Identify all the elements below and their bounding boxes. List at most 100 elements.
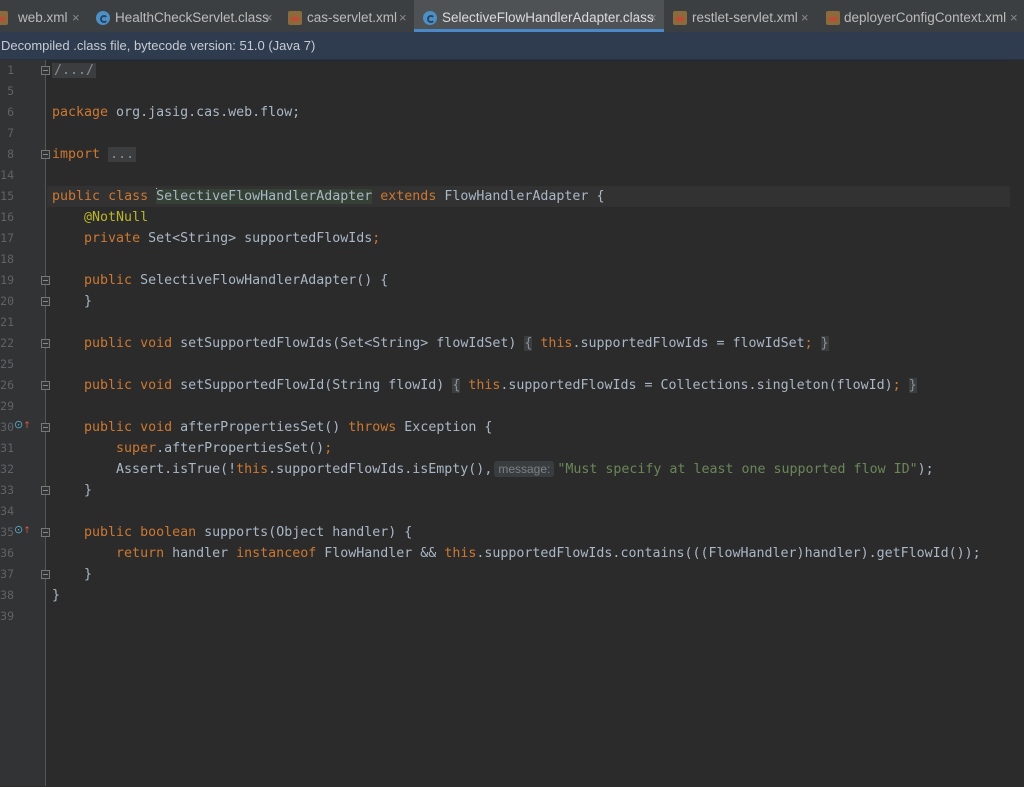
code-line-15: public class SelectiveFlowHandlerAdapter… bbox=[52, 186, 604, 207]
override-method-icon[interactable]: ⊙↑ bbox=[14, 418, 31, 431]
code-line-6: package org.jasig.cas.web.flow; bbox=[52, 102, 300, 123]
line-number: 8 bbox=[7, 147, 14, 161]
code-line-22: public void setSupportedFlowIds(Set<Stri… bbox=[52, 333, 829, 354]
close-icon[interactable]: × bbox=[72, 0, 80, 32]
line-number: 33 bbox=[0, 483, 14, 497]
method-body: .supportedFlowIds = Collections.singleto… bbox=[500, 378, 893, 393]
constructor-signature: SelectiveFlowHandlerAdapter() { bbox=[132, 273, 389, 288]
fold-toggle-icon[interactable] bbox=[41, 297, 50, 306]
code-line-20: } bbox=[52, 291, 92, 312]
code-line-32: Assert.isTrue(!this.supportedFlowIds.isE… bbox=[52, 459, 934, 480]
folded-brace[interactable]: { bbox=[524, 336, 533, 351]
close-icon[interactable]: × bbox=[399, 0, 407, 32]
annotation: @NotNull bbox=[84, 210, 149, 225]
line-number: 32 bbox=[0, 462, 14, 476]
line-number: 26 bbox=[0, 378, 14, 392]
fold-toggle-icon[interactable] bbox=[41, 66, 50, 75]
keyword: void bbox=[140, 378, 173, 393]
code-line-30: public void afterPropertiesSet() throws … bbox=[52, 417, 492, 438]
brace: } bbox=[84, 294, 93, 309]
close-icon[interactable]: × bbox=[649, 0, 657, 32]
line-number: 14 bbox=[0, 168, 14, 182]
code-line-31: super.afterPropertiesSet(); bbox=[52, 438, 332, 459]
keyword: public bbox=[84, 336, 133, 351]
code-line-38: } bbox=[52, 585, 60, 606]
close-icon[interactable]: × bbox=[265, 0, 273, 32]
keyword: extends bbox=[380, 189, 437, 204]
semicolon: ; bbox=[372, 231, 381, 246]
tab-web-xml[interactable]: web.xml × bbox=[0, 0, 88, 32]
tab-deployerconfigcontext-xml[interactable]: deployerConfigContext.xml × bbox=[818, 0, 1024, 32]
method-body: .supportedFlowIds = flowIdSet bbox=[572, 336, 805, 351]
xml-file-icon bbox=[0, 11, 8, 25]
tab-label: restlet-servlet.xml bbox=[692, 10, 798, 25]
expression: handler bbox=[164, 546, 237, 561]
line-number: 17 bbox=[0, 231, 14, 245]
fold-toggle-icon[interactable] bbox=[41, 528, 50, 537]
fold-toggle-icon[interactable] bbox=[41, 150, 50, 159]
override-method-icon[interactable]: ⊙↑ bbox=[14, 523, 31, 536]
keyword: this bbox=[540, 336, 573, 351]
tab-healthcheckservlet-class[interactable]: HealthCheckServlet.class × bbox=[88, 0, 280, 32]
keyword: public bbox=[84, 525, 133, 540]
expression: .supportedFlowIds.contains(((FlowHandler… bbox=[476, 546, 981, 561]
line-number: 39 bbox=[0, 609, 14, 623]
folded-brace[interactable]: } bbox=[908, 378, 917, 393]
keyword: void bbox=[140, 420, 173, 435]
semicolon: ; bbox=[324, 441, 333, 456]
keyword: private bbox=[84, 231, 141, 246]
tab-label: cas-servlet.xml bbox=[307, 10, 398, 25]
brace: } bbox=[84, 483, 93, 498]
line-number: 20 bbox=[0, 294, 14, 308]
code-line-17: private Set<String> supportedFlowIds; bbox=[52, 228, 380, 249]
line-number: 36 bbox=[0, 546, 14, 560]
line-number: 5 bbox=[7, 84, 14, 98]
package-name: org.jasig.cas.web.flow; bbox=[108, 105, 301, 120]
close-icon[interactable]: × bbox=[1010, 0, 1018, 32]
keyword: instanceof bbox=[236, 546, 317, 561]
super-class: FlowHandlerAdapter { bbox=[444, 189, 605, 204]
code-line-37: } bbox=[52, 564, 92, 585]
xml-file-icon bbox=[673, 11, 687, 25]
keyword: public bbox=[84, 420, 133, 435]
fold-toggle-icon[interactable] bbox=[41, 276, 50, 285]
vertical-scrollbar[interactable] bbox=[1010, 60, 1024, 786]
keyword: boolean bbox=[140, 525, 197, 540]
line-number: 7 bbox=[7, 126, 14, 140]
tab-cas-servlet-xml[interactable]: cas-servlet.xml × bbox=[280, 0, 414, 32]
string-literal: "Must specify at least one supported flo… bbox=[557, 462, 918, 477]
fold-toggle-icon[interactable] bbox=[41, 339, 50, 348]
class-file-icon bbox=[96, 11, 110, 25]
class-file-icon bbox=[423, 11, 437, 25]
line-number: 34 bbox=[0, 504, 14, 518]
fold-toggle-icon[interactable] bbox=[41, 423, 50, 432]
folded-brace[interactable]: { bbox=[452, 378, 461, 393]
line-number: 22 bbox=[0, 336, 14, 350]
field-declaration: Set<String> supportedFlowIds bbox=[140, 231, 373, 246]
fold-toggle-icon[interactable] bbox=[41, 486, 50, 495]
tab-selectiveflowhandleradapter-class[interactable]: SelectiveFlowHandlerAdapter.class × bbox=[414, 0, 664, 32]
semicolon: ; bbox=[804, 336, 813, 351]
close-icon[interactable]: × bbox=[801, 0, 809, 32]
folded-imports[interactable]: ... bbox=[108, 147, 137, 162]
call-end: ); bbox=[917, 462, 934, 477]
tab-label: SelectiveFlowHandlerAdapter.class bbox=[442, 10, 654, 25]
line-number: 6 bbox=[7, 105, 14, 119]
code-line-8: import ... bbox=[52, 144, 137, 165]
fold-toggle-icon[interactable] bbox=[41, 381, 50, 390]
tab-restlet-servlet-xml[interactable]: restlet-servlet.xml × bbox=[664, 0, 818, 32]
code-line-19: public SelectiveFlowHandlerAdapter() { bbox=[52, 270, 388, 291]
keyword: public bbox=[84, 378, 133, 393]
folded-header[interactable]: /.../ bbox=[52, 63, 97, 78]
line-number: 37 bbox=[0, 567, 14, 581]
code-line-33: } bbox=[52, 480, 92, 501]
xml-file-icon bbox=[826, 11, 840, 25]
code-line-16: @NotNull bbox=[52, 207, 148, 228]
code-line-35: public boolean supports(Object handler) … bbox=[52, 522, 412, 543]
line-number: 35 bbox=[0, 525, 14, 539]
assert-call: Assert.isTrue(! bbox=[116, 462, 237, 477]
method-signature: afterPropertiesSet() bbox=[172, 420, 349, 435]
keyword: return bbox=[116, 546, 165, 561]
fold-toggle-icon[interactable] bbox=[41, 570, 50, 579]
folded-brace[interactable]: } bbox=[820, 336, 829, 351]
